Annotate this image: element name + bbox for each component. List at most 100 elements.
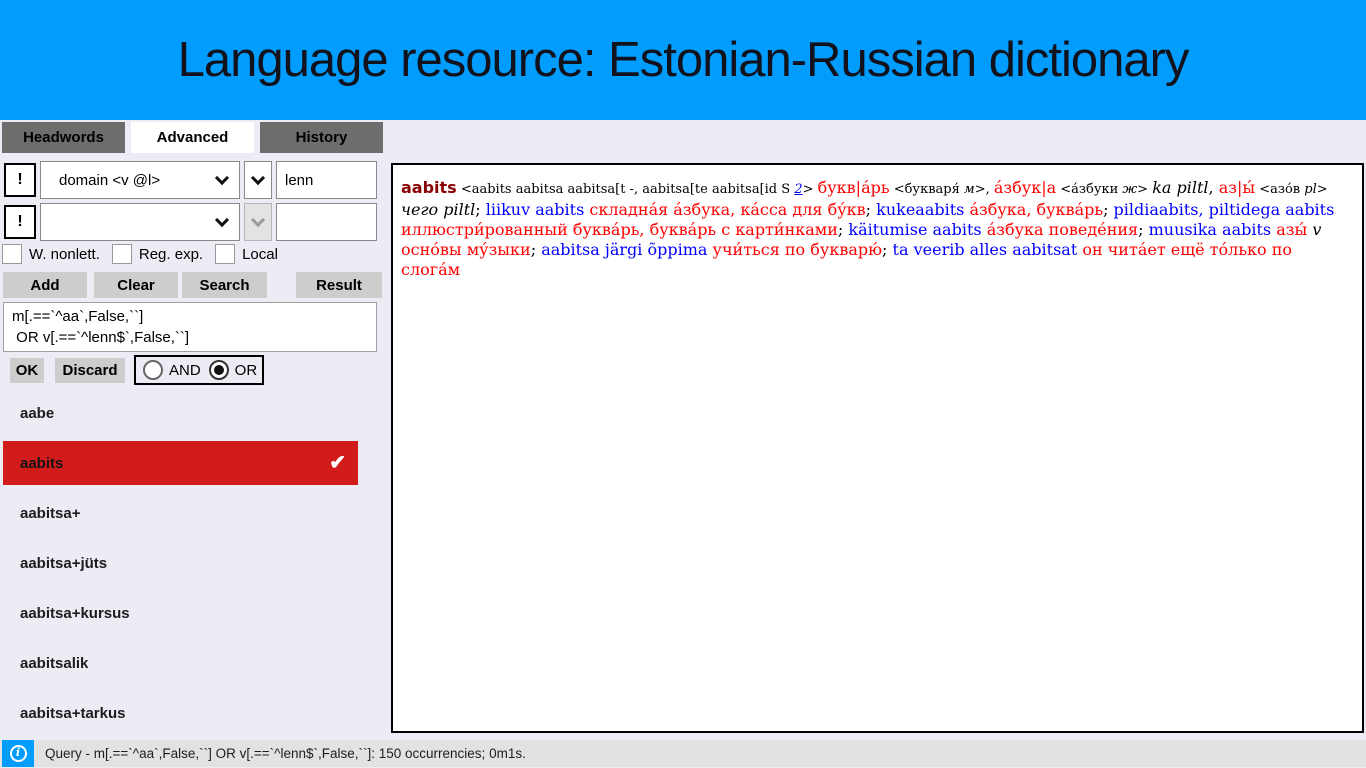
ok-button[interactable]: OK — [10, 358, 44, 383]
list-item[interactable]: aabitsa+kursus — [0, 588, 390, 638]
info-button[interactable] — [2, 740, 34, 767]
checkbox-reg-exp-label: Reg. exp. — [138, 245, 204, 263]
radio-or[interactable] — [208, 360, 229, 380]
negate-button-1[interactable]: ! — [4, 163, 36, 197]
list-item-label: aabitsalik — [20, 654, 89, 672]
list-item[interactable]: aabitsa+tarkus — [0, 688, 390, 738]
app-window: Language resource: Estonian-Russian dict… — [0, 0, 1366, 768]
list-item[interactable]: aabe — [0, 388, 390, 438]
status-text: Query - m[.==`^aa`,False,``] OR v[.==`^l… — [45, 746, 526, 761]
checkbox-w-nonlett-label: W. nonlett. — [29, 245, 100, 263]
entry-run-gram-i: ж — [1122, 182, 1138, 197]
entry-run-et: aabitsa järgi õppima — [541, 240, 708, 259]
app-header: Language resource: Estonian-Russian dict… — [0, 0, 1366, 120]
entry-run-gram-i: м — [963, 182, 975, 197]
entry-run-gram: <а́збуки — [1056, 182, 1123, 197]
entry-run-ru: азы́ — [1276, 220, 1308, 239]
entry-run-gram: <букваря́ — [889, 182, 964, 197]
entry-run-ru: а́збука, буква́рь — [969, 200, 1104, 219]
search-term-input-1[interactable] — [276, 161, 377, 199]
entry-run-label: чего piltl — [401, 200, 476, 219]
tab-advanced[interactable]: Advanced — [131, 122, 254, 153]
list-item-label: aabitsa+jüts — [20, 554, 108, 572]
entry-run-et: pildiaabits, piltidega aabits — [1113, 200, 1335, 219]
page-title: Language resource: Estonian-Russian dict… — [177, 33, 1190, 87]
list-item-label: aabitsa+ — [20, 504, 81, 522]
expand-button-2 — [244, 203, 272, 241]
entry-run-plain: ; — [837, 220, 849, 239]
negate-button-2[interactable]: ! — [4, 205, 36, 239]
checkbox-w-nonlett[interactable] — [2, 244, 22, 264]
entry-run-ru: иллюстри́рованный буква́рь, буква́рь с к… — [401, 220, 838, 239]
checkbox-reg-exp[interactable] — [111, 244, 132, 264]
entry-run-headword: aabits — [401, 178, 457, 197]
radio-and[interactable] — [143, 360, 163, 380]
discard-button[interactable]: Discard — [55, 358, 125, 383]
entry-run-ru: учи́ться по букварю́ — [712, 240, 883, 259]
entry-run-gram: <азо́в — [1255, 182, 1305, 197]
entry-run-et: kukeaabits — [876, 200, 965, 219]
headword-list: aabe aabits ✔ aabitsa+ aabitsa+jüts aabi… — [0, 388, 390, 738]
tab-headwords[interactable]: Headwords — [2, 122, 125, 153]
entry-run-plain: ; — [1103, 200, 1114, 219]
entry-panel[interactable]: aabits <aabits aabitsa aabitsa[t -, aabi… — [391, 163, 1364, 733]
entry-run-plain: ; — [530, 240, 542, 259]
info-icon — [9, 745, 27, 762]
entry-run-gram: > — [1137, 182, 1153, 197]
entry-run-gram-i: pl — [1304, 182, 1317, 197]
entry-run-gram: >, — [974, 182, 994, 197]
entry-run-plain: ; — [882, 240, 893, 259]
add-button[interactable]: Add — [3, 272, 87, 298]
radio-and-label: AND — [169, 361, 201, 379]
tab-history[interactable]: History — [260, 122, 383, 153]
entry-run-ru: складна́я а́збука, ка́сса для бу́кв — [589, 200, 866, 219]
entry-run-label: ka piltl — [1152, 178, 1209, 197]
entry-run-plain: ; — [475, 200, 486, 219]
entry-run-label: v — [1307, 220, 1322, 239]
search-term-input-2[interactable] — [276, 203, 377, 241]
entry-run-gram: > — [802, 182, 818, 197]
list-item[interactable]: aabitsa+ — [0, 488, 390, 538]
entry-link[interactable]: 2 — [794, 182, 802, 197]
dictionary-entry: aabits <aabits aabitsa aabitsa[t -, aabi… — [393, 165, 1362, 280]
clear-button[interactable]: Clear — [94, 272, 178, 298]
field-select-2[interactable] — [40, 203, 240, 241]
status-bar: Query - m[.==`^aa`,False,``] OR v[.==`^l… — [0, 740, 1366, 767]
entry-run-et: liikuv aabits — [485, 200, 585, 219]
entry-run-et: ta veerib alles aabitsat — [892, 240, 1078, 259]
list-item[interactable]: aabitsalik — [0, 638, 390, 688]
entry-run-ru: букв|а́рь — [817, 178, 890, 197]
checkbox-local[interactable] — [215, 244, 236, 264]
list-item-label: aabe — [20, 404, 55, 422]
entry-run-ru: аз|ы́ — [1218, 178, 1256, 197]
entry-run-plain: ; — [1138, 220, 1149, 239]
check-icon: ✔ — [329, 452, 346, 474]
chevron-down-icon — [214, 212, 230, 227]
entry-run-ru: а́збук|а — [993, 178, 1057, 197]
radio-or-label: OR — [234, 361, 258, 379]
list-item-label: aabitsa+tarkus — [20, 704, 126, 722]
list-item-selected[interactable]: aabits ✔ — [3, 441, 358, 485]
entry-run-ru: осно́вы му́зыки — [401, 240, 531, 259]
entry-run-et: muusika aabits — [1148, 220, 1272, 239]
chevron-down-icon — [250, 212, 266, 227]
expand-button-1[interactable] — [244, 161, 272, 199]
and-or-radio-group: AND OR — [134, 355, 264, 385]
entry-run-gram: <aabits aabitsa aabitsa[t -, aabitsa[te … — [456, 182, 795, 197]
search-button[interactable]: Search — [182, 272, 267, 298]
list-item[interactable]: aabitsa+jüts — [0, 538, 390, 588]
field-select-1[interactable]: domain <v @l> — [40, 161, 240, 199]
result-button[interactable]: Result — [296, 272, 382, 298]
query-expression-box[interactable]: m[.==`^aa`,False,``] OR v[.==`^lenn$`,Fa… — [3, 302, 377, 352]
chevron-down-icon — [250, 170, 266, 185]
entry-run-plain: ; — [865, 200, 877, 219]
list-item-label: aabits — [20, 454, 64, 472]
options-row: W. nonlett. Reg. exp. Local — [2, 243, 290, 265]
checkbox-local-label: Local — [242, 245, 278, 263]
entry-run-ru: а́збука поведе́ния — [986, 220, 1139, 239]
tab-bar: Headwords Advanced History — [2, 122, 383, 153]
entry-run-et: käitumise aabits — [848, 220, 982, 239]
field-select-1-value: domain <v @l> — [59, 171, 161, 189]
entry-run-plain: , — [1208, 178, 1219, 197]
list-item-label: aabitsa+kursus — [20, 604, 130, 622]
